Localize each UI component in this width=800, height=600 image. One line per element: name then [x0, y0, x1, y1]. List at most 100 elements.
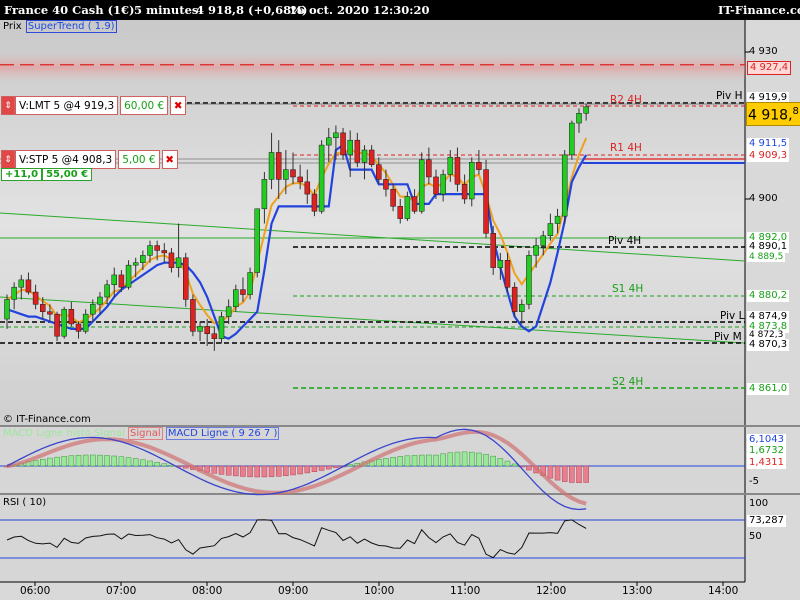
instrument-name: France 40 Cash (1€): [4, 3, 135, 17]
limit-order-pnl: 60,00 €: [120, 96, 169, 115]
candle-down: [240, 289, 246, 295]
limit-order[interactable]: ⇕ V:LMT 5 @4 919,3 60,00 € ✖: [1, 96, 187, 115]
order-drag-arrows-icon[interactable]: ⇕: [1, 96, 15, 115]
position-box[interactable]: +11,0 55,00 €: [1, 168, 93, 181]
candle-down: [454, 157, 461, 185]
candle-down: [504, 260, 511, 288]
candle-down: [68, 309, 75, 325]
macd-histogram-bar: [547, 465, 554, 479]
cancel-stop-order-icon[interactable]: ✖: [161, 150, 178, 169]
candle-up: [519, 304, 525, 312]
r1-4h-label: R1 4H: [610, 142, 642, 154]
macd-histogram-bar: [82, 454, 89, 467]
macd-histogram-bar: [526, 465, 532, 471]
macd-signal-legend[interactable]: Signal: [127, 427, 163, 440]
macd-histo-legend[interactable]: MACD Ligne histo Signal: [3, 428, 125, 439]
time-tick-label: 14:00: [708, 585, 739, 597]
timeframe: 5 minutes: [134, 3, 199, 17]
macd-histogram-bar: [569, 465, 575, 483]
rsi-pane-background: [0, 495, 745, 581]
macd-histogram-bar: [140, 459, 146, 467]
stop-order-label: V:STP 5 @4 908,3: [15, 150, 117, 169]
macd-histogram-bar: [383, 457, 389, 467]
candle-down: [433, 176, 439, 195]
stop-order[interactable]: ⇕ V:STP 5 @4 908,3 5,00 € ✖: [1, 150, 178, 169]
macd-histogram-bar: [218, 465, 225, 475]
time-tick-label: 07:00: [106, 585, 137, 597]
macd-histogram-bar: [261, 465, 268, 478]
watermark: © IT-Finance.com: [3, 414, 91, 425]
time-tick-label: 08:00: [192, 585, 223, 597]
macd-histogram-bar: [469, 451, 475, 467]
candle-down: [476, 162, 482, 170]
candle-up: [111, 274, 117, 286]
candle-up: [361, 149, 368, 163]
candle-down: [340, 132, 346, 156]
candle-down: [483, 169, 489, 234]
macd-histogram-bar: [454, 451, 461, 467]
candle-down: [47, 311, 53, 315]
rsi-legend[interactable]: RSI ( 10): [3, 497, 46, 508]
macd-histogram-bar: [297, 465, 303, 475]
cancel-limit-order-icon[interactable]: ✖: [170, 96, 187, 115]
candle-up: [497, 260, 504, 268]
candle-down: [311, 193, 318, 212]
rsi-value-box: 73,287: [747, 515, 786, 527]
macd-histogram-bar: [47, 457, 53, 467]
macd-histogram-bar: [75, 455, 82, 467]
macd-histogram-bar: [554, 465, 561, 481]
order-drag-arrows-icon[interactable]: ⇕: [1, 150, 15, 169]
candle-down: [411, 196, 418, 212]
candle-up: [104, 284, 110, 298]
candle-up: [132, 262, 139, 266]
macd-histogram-bar: [404, 455, 411, 467]
candle-up: [90, 304, 96, 315]
candle-up: [82, 313, 89, 332]
macd-histogram-bar: [461, 451, 468, 467]
candle-down: [511, 286, 518, 312]
r2-4h-label: R2 4H: [610, 94, 642, 106]
candle-down: [54, 313, 60, 337]
macd-histogram-bar: [290, 465, 296, 476]
candle-down: [390, 188, 396, 207]
time-tick-label: 11:00: [450, 585, 481, 597]
macd-legend: MACD Ligne histo Signal Signal MACD Lign…: [3, 427, 280, 440]
macd-histogram-bar: [275, 465, 282, 477]
position-pnl: 55,00 €: [42, 168, 93, 181]
macd-histogram-bar: [576, 465, 582, 483]
candle-up: [440, 174, 446, 195]
price-tick: 4 930: [749, 46, 778, 57]
macd-histogram-bar: [240, 465, 246, 477]
piv-4h-label: Piv 4H: [608, 235, 642, 247]
macd-histogram-bar: [447, 452, 454, 467]
candle-down: [490, 233, 496, 268]
candle-up: [561, 154, 568, 217]
candle-up: [526, 255, 532, 305]
candle-up: [4, 299, 10, 320]
resistance-zone: [0, 52, 745, 82]
macd-histogram-bar: [397, 456, 403, 467]
price-tick: 4 900: [749, 193, 778, 204]
candle-down: [25, 279, 32, 293]
candle-down: [304, 181, 311, 195]
macd-histogram-bar: [476, 452, 482, 467]
macd-histogram-bar: [283, 465, 289, 476]
candle-up: [540, 235, 546, 246]
macd-line-legend[interactable]: MACD Ligne ( 9 26 7 ): [165, 427, 280, 440]
price-box-4911: 4 911,5: [747, 138, 790, 150]
candle-down: [75, 323, 82, 332]
candle-up: [404, 196, 411, 219]
candle-up: [583, 106, 589, 114]
candle-up: [225, 306, 232, 317]
macd-histogram-bar: [326, 465, 332, 470]
candle-up: [18, 279, 25, 288]
position-qty: +11,0: [1, 168, 43, 181]
macd-signal-box: 1,4311: [747, 457, 786, 469]
chart-canvas[interactable]: [0, 0, 800, 600]
candle-down: [32, 291, 39, 305]
candle-up: [218, 316, 225, 339]
datetime: 16 oct. 2020 12:30:20: [289, 3, 430, 17]
supertrend-legend[interactable]: SuperTrend ( 1.9): [25, 20, 117, 33]
candle-down: [190, 299, 196, 332]
candle-up: [11, 286, 17, 300]
